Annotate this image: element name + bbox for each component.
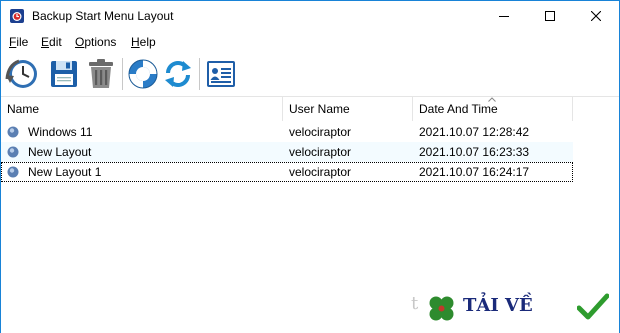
refresh-button[interactable] (160, 56, 196, 92)
list-item[interactable]: New Layout 1 velociraptor 2021.10.07 16:… (1, 162, 573, 182)
about-button[interactable] (203, 56, 239, 92)
item-name: New Layout 1 (28, 165, 102, 179)
id-card-icon (207, 61, 235, 87)
layout-item-icon (7, 166, 19, 178)
menu-help-accel: H (131, 35, 140, 49)
watermark: t TẢI VỀ (411, 291, 619, 327)
watermark-prefix: t (411, 293, 419, 314)
toolbar-separator (122, 58, 123, 90)
menu-options-label: ptions (84, 35, 117, 49)
item-user: velociraptor (289, 125, 352, 139)
maximize-icon (545, 11, 555, 21)
item-name: Windows 11 (28, 125, 93, 139)
menu-file[interactable]: File (9, 35, 28, 49)
list-item[interactable]: Windows 11 velociraptor 2021.10.07 12:28… (1, 122, 573, 142)
menu-options[interactable]: Options (75, 35, 116, 49)
menu-options-accel: O (75, 35, 85, 49)
list-header: Name User Name Date And Time (1, 97, 619, 121)
help-button[interactable] (125, 56, 161, 92)
item-datetime: 2021.10.07 16:24:17 (419, 165, 530, 179)
minimize-icon (499, 16, 509, 17)
layout-item-icon (7, 126, 19, 138)
title-bar[interactable]: Backup Start Menu Layout (1, 1, 619, 31)
floppy-disk-icon (51, 61, 77, 87)
menu-edit[interactable]: Edit (41, 35, 62, 49)
delete-button[interactable] (83, 56, 119, 92)
backup-restore-button[interactable] (4, 56, 40, 92)
toolbar-separator (199, 58, 200, 90)
app-icon (9, 8, 25, 24)
menu-help[interactable]: Help (131, 35, 156, 49)
item-name: New Layout (28, 145, 92, 159)
app-window: Backup Start Menu Layout File Edit Optio… (0, 0, 620, 333)
item-user: velociraptor (289, 165, 352, 179)
save-button[interactable] (46, 56, 82, 92)
minimize-button[interactable] (481, 1, 527, 31)
refresh-arrows-icon (165, 61, 191, 87)
item-datetime: 2021.10.07 16:23:33 (419, 145, 530, 159)
toolbar (1, 54, 619, 94)
checkmark-icon (577, 293, 609, 320)
menu-file-label: ile (16, 35, 29, 49)
trash-can-icon (89, 59, 113, 88)
lifebuoy-icon (128, 59, 158, 89)
menu-help-label: elp (139, 35, 156, 49)
close-icon (591, 11, 601, 21)
column-header-user-name[interactable]: User Name (283, 97, 413, 121)
close-button[interactable] (573, 1, 619, 31)
clover-icon (429, 296, 454, 321)
list-item[interactable]: New Layout velociraptor 2021.10.07 16:23… (1, 142, 573, 162)
menu-edit-accel: E (41, 35, 50, 49)
sort-ascending-icon (488, 97, 496, 102)
window-title: Backup Start Menu Layout (32, 9, 174, 23)
maximize-button[interactable] (527, 1, 573, 31)
column-header-name[interactable]: Name (1, 97, 283, 121)
menu-bar: File Edit Options Help (1, 32, 619, 53)
clock-restore-icon (5, 59, 37, 88)
item-user: velociraptor (289, 145, 352, 159)
item-datetime: 2021.10.07 12:28:42 (419, 125, 530, 139)
menu-edit-label: dit (49, 35, 62, 49)
watermark-text: TẢI VỀ (463, 295, 533, 316)
layout-item-icon (7, 146, 19, 158)
